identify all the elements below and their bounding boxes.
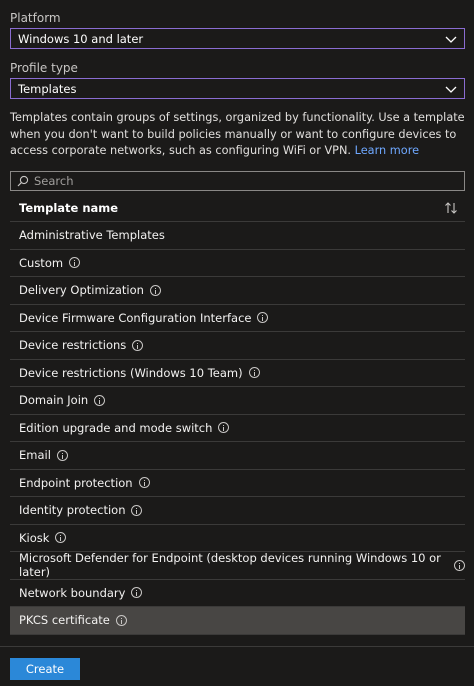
- platform-label: Platform: [10, 11, 61, 25]
- info-icon[interactable]: [138, 477, 150, 489]
- table-row[interactable]: Device restrictions (Windows 10 Team): [10, 360, 465, 387]
- template-name: Identity protection: [19, 503, 126, 518]
- table-row[interactable]: Administrative Templates: [10, 222, 465, 250]
- column-header-label: Template name: [19, 200, 119, 215]
- template-name: Kiosk: [19, 530, 50, 545]
- info-icon[interactable]: [454, 559, 465, 571]
- info-icon[interactable]: [56, 449, 68, 461]
- info-icon[interactable]: [69, 257, 81, 269]
- table-row[interactable]: Email: [10, 442, 465, 470]
- info-icon[interactable]: [115, 614, 127, 626]
- create-button[interactable]: Create: [10, 658, 80, 680]
- template-name: PKCS certificate: [19, 613, 110, 628]
- search-input[interactable]: Search: [10, 171, 465, 191]
- table-row[interactable]: Edition upgrade and mode switch: [10, 415, 465, 442]
- profile-type-value: Templates: [18, 81, 77, 96]
- table-row[interactable]: Delivery Optimization: [10, 277, 465, 305]
- template-name: Custom: [19, 255, 64, 270]
- profile-type-label: Profile type: [10, 61, 78, 75]
- sort-arrows-icon[interactable]: [444, 201, 458, 215]
- template-name: Domain Join: [19, 393, 89, 408]
- info-icon[interactable]: [131, 504, 143, 516]
- table-row[interactable]: Identity protection: [10, 497, 465, 525]
- column-header-template-name[interactable]: Template name: [10, 194, 465, 222]
- template-name: Administrative Templates: [19, 228, 165, 243]
- chevron-down-icon: [445, 36, 457, 43]
- info-icon[interactable]: [131, 587, 143, 599]
- table-row[interactable]: Domain Join: [10, 387, 465, 415]
- profile-type-dropdown[interactable]: Templates: [10, 78, 465, 99]
- table-row[interactable]: Device restrictions: [10, 332, 465, 360]
- template-name: Delivery Optimization: [19, 283, 144, 298]
- footer-divider: [0, 646, 474, 647]
- template-name: Email: [19, 448, 51, 463]
- info-icon[interactable]: [132, 339, 144, 351]
- table-row[interactable]: Custom: [10, 250, 465, 277]
- table-row[interactable]: Device Firmware Configuration Interface: [10, 305, 465, 332]
- template-name: Edition upgrade and mode switch: [19, 420, 213, 435]
- template-name: Network boundary: [19, 585, 126, 600]
- info-icon[interactable]: [149, 284, 161, 296]
- template-list: Administrative Templates Custom Delivery O…: [10, 222, 465, 635]
- table-row[interactable]: PKCS certificate: [10, 607, 465, 635]
- template-name: Microsoft Defender for Endpoint (desktop…: [19, 551, 441, 580]
- search-icon: [17, 175, 29, 187]
- templates-description: Templates contain groups of settings, or…: [10, 110, 470, 160]
- table-row[interactable]: Kiosk: [10, 525, 465, 552]
- create-profile-panel: Platform Windows 10 and later Profile ty…: [0, 0, 474, 686]
- search-placeholder: Search: [34, 174, 74, 188]
- template-name: Endpoint protection: [19, 475, 133, 490]
- template-name: Device restrictions: [19, 338, 127, 353]
- template-name: Device restrictions (Windows 10 Team): [19, 365, 243, 380]
- platform-dropdown[interactable]: Windows 10 and later: [10, 28, 465, 49]
- info-icon[interactable]: [248, 367, 260, 379]
- chevron-down-icon: [445, 86, 457, 93]
- info-icon[interactable]: [257, 312, 269, 324]
- table-row[interactable]: Network boundary: [10, 580, 465, 607]
- table-row[interactable]: Microsoft Defender for Endpoint (desktop…: [10, 551, 465, 580]
- info-icon[interactable]: [94, 394, 106, 406]
- platform-value: Windows 10 and later: [18, 31, 144, 46]
- template-name: Device Firmware Configuration Interface: [19, 310, 252, 325]
- learn-more-link[interactable]: Learn more: [355, 144, 419, 157]
- info-icon[interactable]: [55, 532, 67, 544]
- table-row[interactable]: Endpoint protection: [10, 470, 465, 497]
- info-icon[interactable]: [218, 422, 230, 434]
